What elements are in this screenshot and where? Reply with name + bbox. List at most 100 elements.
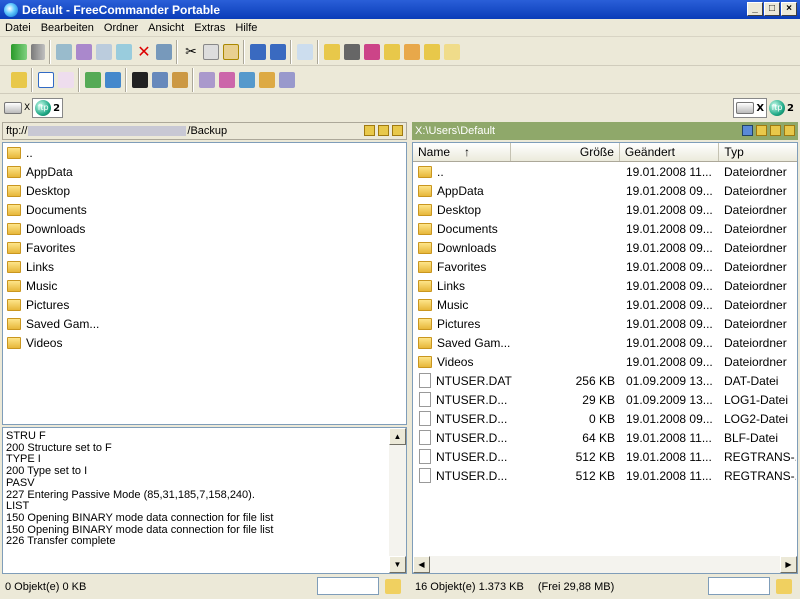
edit-icon[interactable] <box>76 43 92 60</box>
table-row[interactable]: Links 19.01.2008 09... Dateiordner <box>413 276 797 295</box>
left-quick-filter[interactable] <box>317 577 379 595</box>
list-item[interactable]: Music <box>3 276 406 295</box>
scroll-right-icon[interactable]: ▶ <box>780 556 797 573</box>
dollar-icon[interactable] <box>259 71 275 88</box>
unpack-icon[interactable] <box>270 43 286 60</box>
cut-icon[interactable]: ✂ <box>183 44 199 60</box>
menu-hilfe[interactable]: Hilfe <box>230 22 262 34</box>
table-row[interactable]: Downloads 19.01.2008 09... Dateiordner <box>413 238 797 257</box>
path-history-icon[interactable] <box>756 125 767 136</box>
path-history-icon[interactable] <box>364 125 375 136</box>
properties-icon[interactable] <box>156 43 172 60</box>
table-row[interactable]: NTUSER.D... 512 KB 19.01.2008 11... REGTRAN… <box>413 466 797 485</box>
close-button[interactable]: × <box>781 2 797 16</box>
table-row[interactable]: Music 19.01.2008 09... Dateiordner <box>413 295 797 314</box>
list-item[interactable]: Documents <box>3 200 406 219</box>
console-icon[interactable] <box>132 71 148 88</box>
back-icon[interactable] <box>11 43 27 60</box>
forward-icon[interactable] <box>31 43 45 60</box>
scroll-left-icon[interactable]: ◀ <box>413 556 430 573</box>
editor-icon[interactable] <box>239 71 255 88</box>
table-row[interactable]: NTUSER.D... 512 KB 19.01.2008 11... REGTRAN… <box>413 447 797 466</box>
path-tree-icon[interactable] <box>742 125 753 136</box>
refresh-icon[interactable] <box>85 71 101 88</box>
notepad-icon[interactable] <box>152 71 168 88</box>
right-file-list[interactable]: Name ↑ Größe Geändert Typ .. 19.01.2008 11… <box>412 142 798 574</box>
table-row[interactable]: Pictures 19.01.2008 09... Dateiordner <box>413 314 797 333</box>
scroll-up-icon[interactable]: ▲ <box>389 428 406 445</box>
table-row[interactable]: .. 19.01.2008 11... Dateiordner <box>413 162 797 181</box>
search-icon[interactable] <box>56 43 72 60</box>
list-item[interactable]: Downloads <box>3 219 406 238</box>
copy-icon[interactable] <box>96 43 112 60</box>
paste-icon[interactable] <box>223 43 239 60</box>
table-row[interactable]: Favorites 19.01.2008 09... Dateiordner <box>413 257 797 276</box>
table-row[interactable]: Desktop 19.01.2008 09... Dateiordner <box>413 200 797 219</box>
list-item[interactable]: .. <box>3 143 406 162</box>
right-path-bar[interactable]: X:\Users\Default <box>412 122 798 140</box>
column-type[interactable]: Typ <box>719 143 797 161</box>
column-modified[interactable]: Geändert <box>620 143 720 161</box>
left-network-drive[interactable]: ftp 2 <box>32 98 64 118</box>
table-row[interactable]: NTUSER.D... 64 KB 19.01.2008 11... BLF-Date… <box>413 428 797 447</box>
left-path-bar[interactable]: ftp:// /Backup <box>2 122 407 140</box>
table-row[interactable]: NTUSER.D... 0 KB 19.01.2008 09... LOG2-Date… <box>413 409 797 428</box>
folder-list-icon[interactable] <box>424 43 440 60</box>
quick-filter-icon[interactable] <box>385 579 401 594</box>
log-scrollbar[interactable]: ▲ ▼ <box>389 428 406 573</box>
path-favorite-icon[interactable] <box>378 125 389 136</box>
list-item[interactable]: AppData <box>3 162 406 181</box>
minimize-button[interactable]: _ <box>747 2 763 16</box>
copy-clipboard-icon[interactable] <box>203 43 219 60</box>
right-quick-filter[interactable] <box>708 577 770 595</box>
network-drive-icon[interactable]: ftp <box>769 100 786 116</box>
menu-datei[interactable]: Datei <box>0 22 36 34</box>
list-view-icon[interactable] <box>38 71 54 88</box>
maximize-button[interactable]: □ <box>764 2 780 16</box>
new-folder-icon[interactable] <box>324 43 340 60</box>
folder-star-icon[interactable] <box>384 43 400 60</box>
menu-bearbeiten[interactable]: Bearbeiten <box>36 22 99 34</box>
delete-icon[interactable]: ✕ <box>136 43 152 60</box>
table-row[interactable]: Saved Gam... 19.01.2008 09... Dateiordner <box>413 333 797 352</box>
right-horizontal-scrollbar[interactable]: ◀ ▶ <box>413 556 797 573</box>
tools-icon[interactable] <box>219 71 235 88</box>
filter-icon[interactable] <box>364 43 380 60</box>
left-drive-label[interactable]: X <box>24 103 30 113</box>
quick-filter-icon[interactable] <box>776 579 792 594</box>
menu-ansicht[interactable]: Ansicht <box>143 22 189 34</box>
menu-ordner[interactable]: Ordner <box>99 22 143 34</box>
table-row[interactable]: NTUSER.D... 29 KB 01.09.2009 13... LOG1-Dat… <box>413 390 797 409</box>
network-drive-number[interactable]: 2 <box>787 103 794 114</box>
column-size[interactable]: Größe <box>511 143 620 161</box>
table-row[interactable]: NTUSER.DAT 256 KB 01.09.2009 13... DAT-Date… <box>413 371 797 390</box>
table-row[interactable]: Documents 19.01.2008 09... Dateiordner <box>413 219 797 238</box>
list-item[interactable]: Links <box>3 257 406 276</box>
right-local-drive[interactable]: X <box>733 98 768 118</box>
move-icon[interactable] <box>116 43 132 60</box>
settings-icon[interactable] <box>172 71 188 88</box>
path-open-icon[interactable] <box>784 125 795 136</box>
plugin-icon[interactable] <box>279 71 295 88</box>
menu-extras[interactable]: Extras <box>189 22 230 34</box>
compare-icon[interactable] <box>297 43 313 60</box>
path-favorite-icon[interactable] <box>770 125 781 136</box>
left-file-list[interactable]: .. AppData Desktop Documents Downloads Favori… <box>2 142 407 425</box>
column-name[interactable]: Name ↑ <box>413 143 511 161</box>
table-row[interactable]: Videos 19.01.2008 09... Dateiordner <box>413 352 797 371</box>
list-item[interactable]: Pictures <box>3 295 406 314</box>
windows-icon[interactable] <box>105 71 121 88</box>
scroll-down-icon[interactable]: ▼ <box>389 556 406 573</box>
list-item[interactable]: Favorites <box>3 238 406 257</box>
sync-icon[interactable] <box>199 71 215 88</box>
list-item[interactable]: Desktop <box>3 181 406 200</box>
pack-icon[interactable] <box>250 43 266 60</box>
path-open-icon[interactable] <box>392 125 403 136</box>
folder-kb-icon[interactable] <box>404 43 420 60</box>
detail-view-icon[interactable] <box>58 71 74 88</box>
find-folder-icon[interactable] <box>344 43 360 60</box>
disk-icon[interactable] <box>4 102 22 114</box>
list-item[interactable]: Saved Gam... <box>3 314 406 333</box>
table-row[interactable]: AppData 19.01.2008 09... Dateiordner <box>413 181 797 200</box>
folder-blank-icon[interactable] <box>444 43 460 60</box>
